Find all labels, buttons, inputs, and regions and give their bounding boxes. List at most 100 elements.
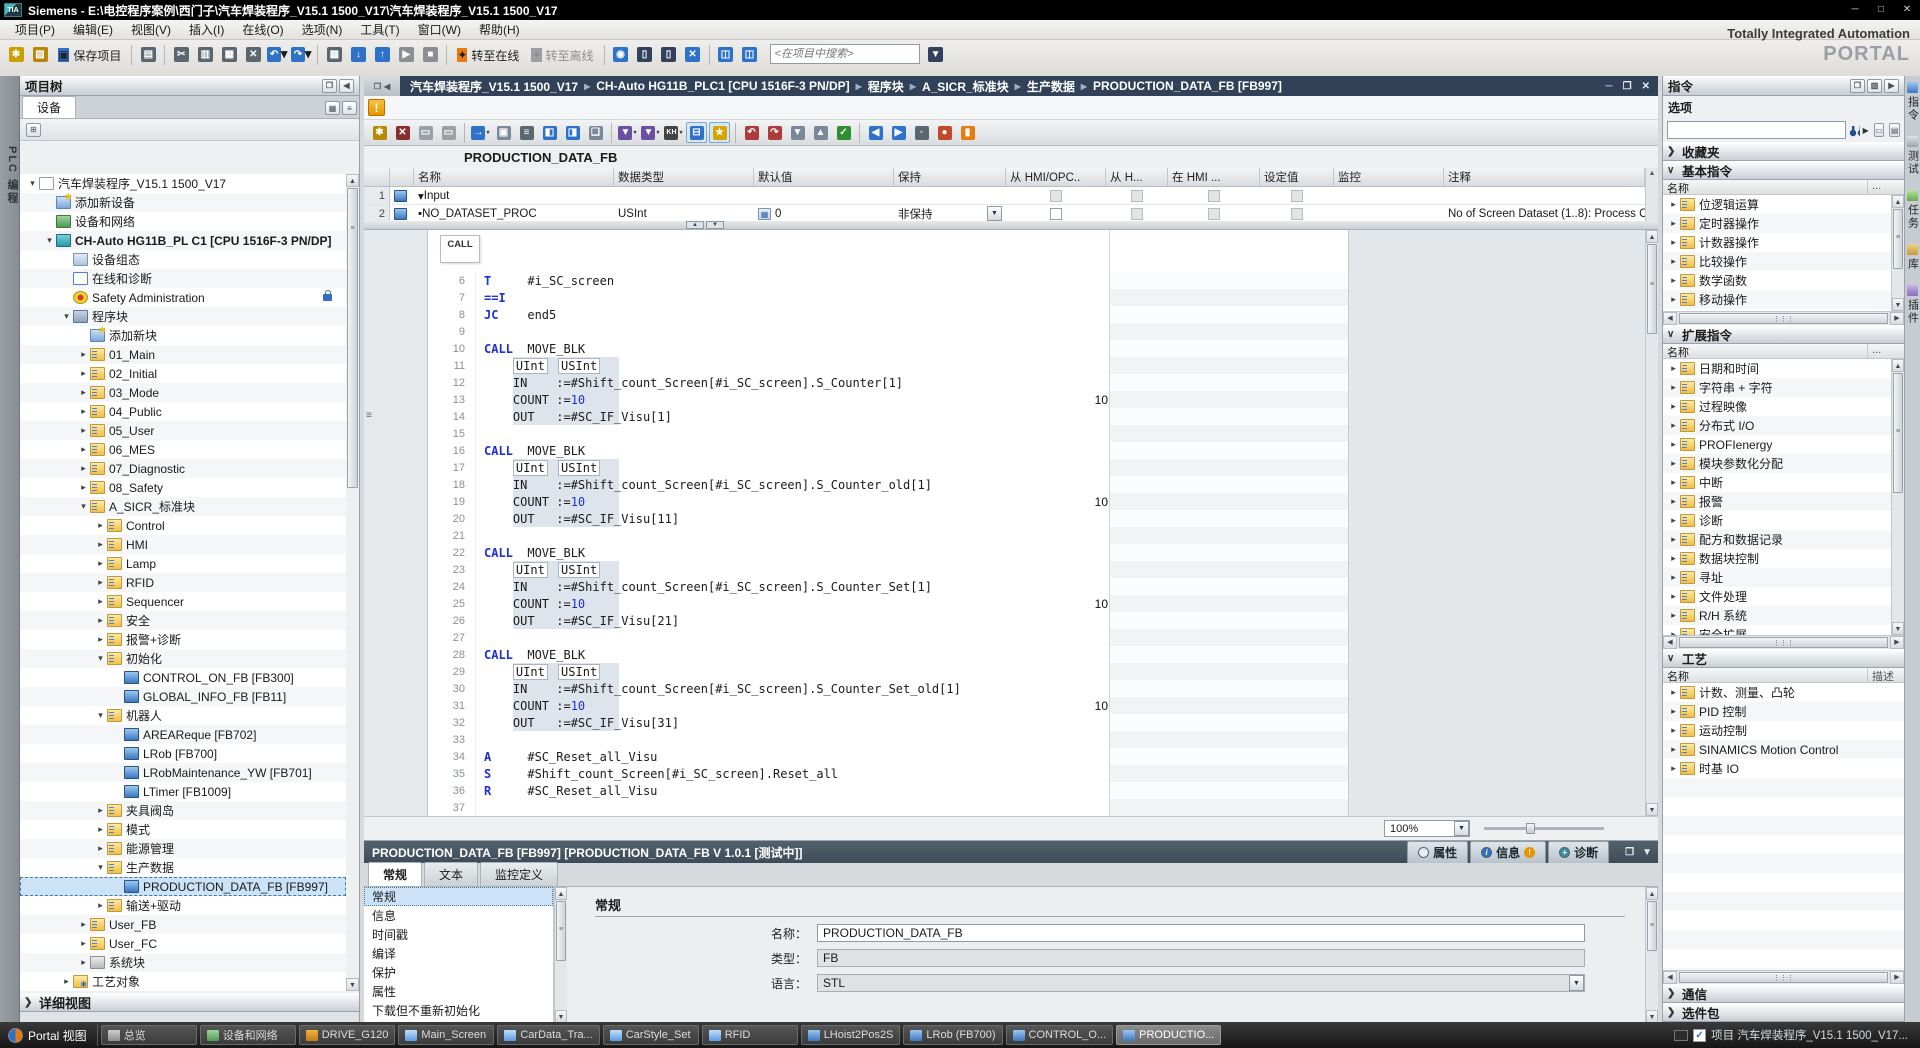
tree-expander-icon[interactable]: ▸ xyxy=(60,976,73,987)
portal-view-button[interactable]: Portal 视图 xyxy=(4,1024,98,1046)
code-line[interactable]: 30 IN :=#Shift_count_Screen[#i_SC_screen… xyxy=(428,680,1348,697)
taskbar-item[interactable]: 设备和网络 xyxy=(200,1025,296,1045)
tree-item[interactable]: ▸安全 xyxy=(20,611,346,630)
comment-cell[interactable] xyxy=(1444,187,1645,204)
code-line[interactable]: 15 xyxy=(428,425,1348,442)
tree-expander-icon[interactable]: ▸ xyxy=(1667,496,1680,507)
tree-item[interactable]: ▸User_FB xyxy=(20,915,346,934)
code-line[interactable]: 35S #Shift_count_Screen[#i_SC_screen].Re… xyxy=(428,765,1348,782)
code-line[interactable]: 18 IN :=#Shift_count_Screen[#i_SC_screen… xyxy=(428,476,1348,493)
tree-expander-icon[interactable]: ▾ xyxy=(94,862,107,873)
instruction-folder[interactable]: ▸R/H 系统 xyxy=(1663,606,1904,625)
code-line[interactable]: 23 UInt USInt xyxy=(428,561,1348,578)
tree-item[interactable]: AREAReque [FB702] xyxy=(20,725,346,744)
tree-item[interactable]: ▸User_FC xyxy=(20,934,346,953)
instruction-folder[interactable]: ▸分布式 I/O xyxy=(1663,416,1904,435)
tree-expander-icon[interactable]: ▾ xyxy=(26,178,39,189)
tree-item[interactable]: ▸04_Public xyxy=(20,402,346,421)
splitter-down-icon[interactable]: ▼ xyxy=(706,221,724,229)
taskbar-item[interactable]: LRob (FB700) xyxy=(903,1025,1002,1045)
collapse-panel-icon[interactable]: ▶ xyxy=(1884,79,1899,93)
menu-item[interactable]: 选项(N) xyxy=(293,19,352,40)
scrollbar-thumb[interactable]: ≡ xyxy=(1893,373,1903,493)
tree-item[interactable]: ▸夹具阀岛 xyxy=(20,801,346,820)
menu-item[interactable]: 帮助(H) xyxy=(470,19,529,40)
search-options-icon[interactable]: ▼ xyxy=(925,43,947,65)
network-collapse-icon[interactable]: ◨ xyxy=(562,122,583,143)
tree-expander-icon[interactable]: ▾ xyxy=(43,235,56,246)
task-card-tab-库[interactable]: 库 xyxy=(1905,244,1920,271)
taskbar-item[interactable]: Main_Screen xyxy=(398,1025,494,1045)
zoom-slider-knob[interactable] xyxy=(1526,823,1535,834)
tree-item[interactable]: ▸02_Initial xyxy=(20,364,346,383)
field-input[interactable]: PRODUCTION_DATA_FB xyxy=(817,924,1585,942)
tree-item[interactable]: ▾汽车焊装程序_V15.1 1500_V17 xyxy=(20,174,346,193)
tree-expander-icon[interactable]: ▸ xyxy=(1667,534,1680,545)
float-panel-icon[interactable]: ❐ xyxy=(1850,79,1865,93)
tree-expander-icon[interactable]: ▸ xyxy=(77,444,90,455)
menu-item[interactable]: 编辑(E) xyxy=(64,19,122,40)
tree-item[interactable]: ▾生产数据 xyxy=(20,858,346,877)
tree-item[interactable]: PRODUCTION_DATA_FB [FB997] xyxy=(20,877,346,896)
column-settings-icon[interactable]: ≡ xyxy=(342,101,357,115)
maximize-icon[interactable]: □ xyxy=(1868,2,1894,18)
interface-table-scrollbar[interactable]: ▲ xyxy=(1645,168,1658,221)
breadcrumb-item[interactable]: 程序块 xyxy=(866,78,906,95)
code-line[interactable]: 32 OUT :=#SC_IF_Visu[31] xyxy=(428,714,1348,731)
code-line[interactable]: 19 COUNT :=1010 xyxy=(428,493,1348,510)
section-header-选件包[interactable]: ❯选件包 xyxy=(1663,1003,1904,1022)
delete-icon[interactable]: ✕ xyxy=(242,43,264,65)
scrollbar-thumb[interactable]: ⋮⋮⋮ xyxy=(1679,313,1888,324)
delete-network-icon[interactable]: ✕ xyxy=(392,122,413,143)
tree-expander-icon[interactable]: ▸ xyxy=(1667,382,1680,393)
tree-item[interactable]: CONTROL_ON_FB [FB300] xyxy=(20,668,346,687)
collapse-panel-icon[interactable]: ▼ xyxy=(1642,847,1652,858)
tree-expander-icon[interactable]: ▸ xyxy=(94,520,107,531)
tree-item[interactable]: ▸08_Safety xyxy=(20,478,346,497)
code-lines[interactable]: 6T #i_SC_screen7==I8JC end5910CALL MOVE_… xyxy=(428,272,1348,816)
breakpoint-icon[interactable]: ● xyxy=(934,122,955,143)
rename-icon[interactable]: ▭ xyxy=(415,122,436,143)
instruction-folder[interactable]: ▸文件处理 xyxy=(1663,587,1904,606)
taskbar-item[interactable]: DRIVE_G120 xyxy=(299,1025,396,1045)
tree-expander-icon[interactable]: ▸ xyxy=(1667,256,1680,267)
pane-mode-icon[interactable]: ▥ xyxy=(1867,79,1882,93)
tree-item[interactable]: ▸RFID xyxy=(20,573,346,592)
tree-item[interactable]: ▸系统块 xyxy=(20,953,346,972)
tree-expander-icon[interactable]: ▸ xyxy=(94,843,107,854)
tree-expander-icon[interactable]: ▸ xyxy=(1667,572,1680,583)
default-cell[interactable] xyxy=(754,187,894,204)
tree-expander-icon[interactable]: ▸ xyxy=(94,615,107,626)
goto-next-error-icon[interactable]: ↷ xyxy=(764,122,785,143)
tree-item[interactable]: 添加新块 xyxy=(20,326,346,345)
cross-references-icon[interactable]: ✕ xyxy=(682,43,704,65)
code-line[interactable]: 33 xyxy=(428,731,1348,748)
chevron-down-icon[interactable]: ▼ xyxy=(1569,975,1584,991)
tree-expander-icon[interactable]: ▸ xyxy=(1667,363,1680,374)
tree-item[interactable]: LTimer [FB1009] xyxy=(20,782,346,801)
instruction-folder[interactable]: ▸诊断 xyxy=(1663,511,1904,530)
tree-expander-icon[interactable]: ▸ xyxy=(1667,477,1680,488)
code-line[interactable]: 31 COUNT :=1010 xyxy=(428,697,1348,714)
stl-code-area[interactable]: ≡ CALL 6T #i_SC_screen7==I8JC end5910CAL… xyxy=(364,230,1658,816)
tree-expander-icon[interactable]: ▸ xyxy=(1667,553,1680,564)
instruction-folder[interactable]: ▸计数器操作 xyxy=(1663,233,1904,252)
minimize-icon[interactable]: ─ xyxy=(1842,2,1868,18)
tree-item[interactable]: ▸工艺对象 xyxy=(20,972,346,991)
instruction-folder[interactable]: ▸中断 xyxy=(1663,473,1904,492)
code-line[interactable]: 9 xyxy=(428,323,1348,340)
scroll-left-icon[interactable]: ◀ xyxy=(1663,971,1677,984)
warning-icon[interactable]: ! xyxy=(368,99,385,116)
insert-network-icon[interactable]: ✱ xyxy=(369,122,390,143)
table-row[interactable]: 2▪ NO_DATASET_PROCUSInt▦0非保持▼No of Scree… xyxy=(364,205,1645,221)
tree-expander-icon[interactable]: ▸ xyxy=(94,539,107,550)
call-environment-icon[interactable]: ◦ xyxy=(911,122,932,143)
tree-item[interactable]: ▾A_SICR_标准块 xyxy=(20,497,346,516)
copy-icon[interactable]: ▥ xyxy=(194,43,216,65)
code-line[interactable]: 26 OUT :=#SC_IF_Visu[21] xyxy=(428,612,1348,629)
tree-expander-icon[interactable]: ▸ xyxy=(77,938,90,949)
tree-expander-icon[interactable]: ▸ xyxy=(77,368,90,379)
instruction-folder[interactable]: ▸安全扩展 xyxy=(1663,625,1904,635)
code-line[interactable]: 8JC end5 xyxy=(428,306,1348,323)
project-search-input[interactable] xyxy=(770,44,920,64)
